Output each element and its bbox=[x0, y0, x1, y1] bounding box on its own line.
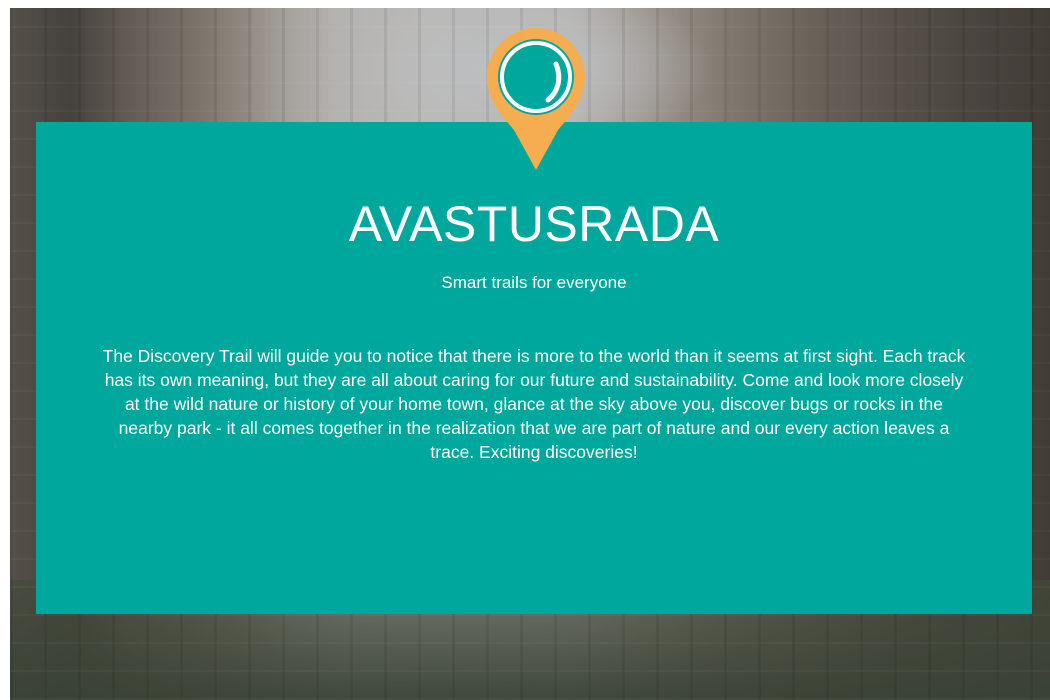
tagline: Smart trails for everyone bbox=[441, 273, 627, 292]
intro-card: AVASTUSRADA Smart trails for everyone Th… bbox=[36, 122, 1032, 614]
pin-inner-circle bbox=[498, 39, 574, 115]
hero-section: AVASTUSRADA Smart trails for everyone Th… bbox=[10, 8, 1050, 700]
brand-title: AVASTUSRADA bbox=[348, 196, 720, 252]
description-text: The Discovery Trail will guide you to no… bbox=[102, 346, 966, 462]
map-pin-icon bbox=[487, 28, 585, 170]
